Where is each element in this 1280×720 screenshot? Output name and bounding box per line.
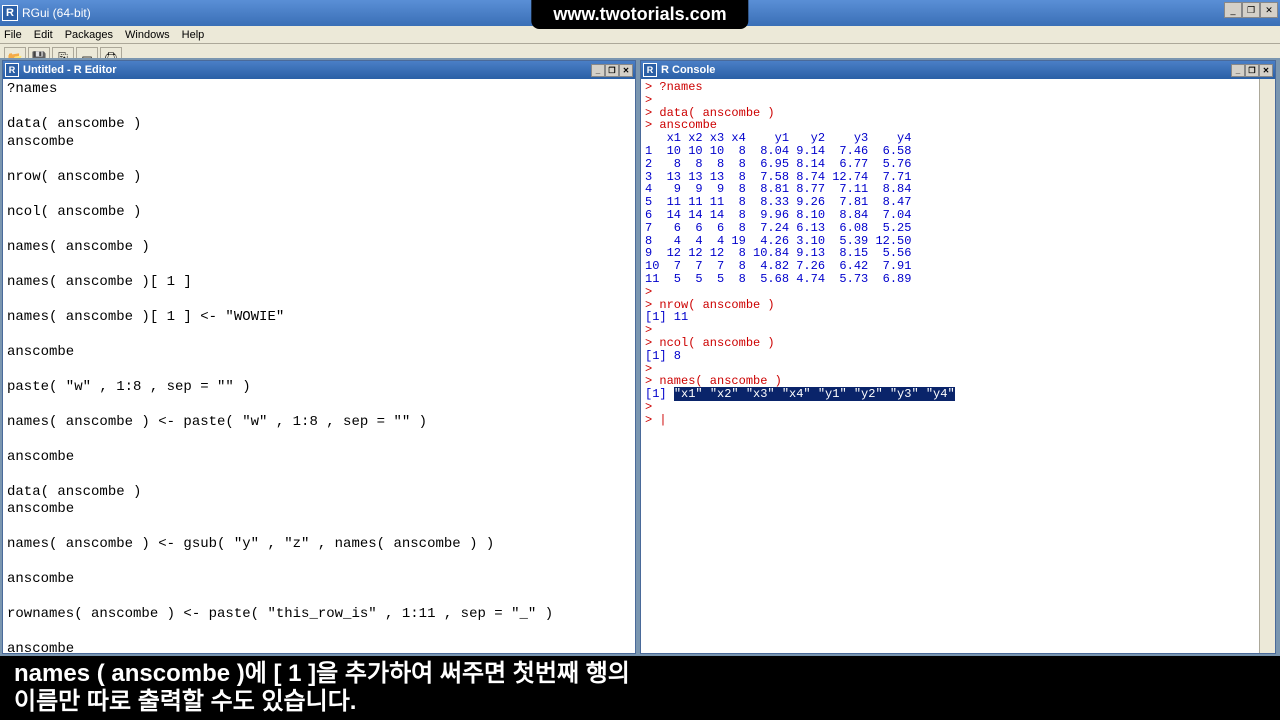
console-line: [1] 11	[645, 311, 1257, 324]
console-line: > ncol( anscombe )	[645, 337, 1257, 350]
console-line: 6 14 14 14 8 9.96 8.10 8.84 7.04	[645, 209, 1257, 222]
console-line: 1 10 10 10 8 8.04 9.14 7.46 6.58	[645, 145, 1257, 158]
console-window: R R Console _ ❐ ✕ > ?names> > data( ansc…	[640, 60, 1276, 654]
url-badge: www.twotorials.com	[531, 0, 748, 29]
editor-window: R Untitled - R Editor _ ❐ ✕ ?names data(…	[2, 60, 636, 654]
maximize-button[interactable]: ❐	[1242, 2, 1260, 18]
console-title: R Console	[661, 64, 715, 76]
menu-edit[interactable]: Edit	[34, 29, 53, 41]
editor-title: Untitled - R Editor	[23, 64, 117, 76]
menu-windows[interactable]: Windows	[125, 29, 170, 41]
subtitle-line-2: 이름만 따로 출력할 수도 있습니다.	[14, 688, 1266, 716]
subtitle-caption: names ( anscombe )에 [ 1 ]을 추가하여 써주면 첫번째 …	[0, 656, 1280, 720]
close-button[interactable]: ✕	[1260, 2, 1278, 18]
menu-file[interactable]: File	[4, 29, 22, 41]
console-line: 11 5 5 5 8 5.68 4.74 5.73 6.89	[645, 273, 1257, 286]
console-maximize-button[interactable]: ❐	[1245, 64, 1259, 77]
console-line: > data( anscombe )	[645, 107, 1257, 120]
mdi-workspace: R Untitled - R Editor _ ❐ ✕ ?names data(…	[0, 58, 1280, 656]
console-line: [1] "x1" "x2" "x3" "x4" "y1" "y2" "y3" "…	[645, 388, 1257, 401]
console-titlebar[interactable]: R R Console _ ❐ ✕	[641, 61, 1275, 79]
console-line: >	[645, 401, 1257, 414]
console-line: >	[645, 94, 1257, 107]
console-line: >	[645, 286, 1257, 299]
subtitle-line-1: names ( anscombe )에 [ 1 ]을 추가하여 써주면 첫번째 …	[14, 660, 1266, 688]
editor-maximize-button[interactable]: ❐	[605, 64, 619, 77]
console-line: > ?names	[645, 81, 1257, 94]
r-editor-icon: R	[5, 63, 19, 77]
console-scrollbar[interactable]	[1259, 79, 1275, 653]
console-line: > |	[645, 414, 1257, 427]
menu-packages[interactable]: Packages	[65, 29, 113, 41]
console-minimize-button[interactable]: _	[1231, 64, 1245, 77]
editor-close-button[interactable]: ✕	[619, 64, 633, 77]
r-app-icon: R	[2, 5, 18, 21]
minimize-button[interactable]: _	[1224, 2, 1242, 18]
console-body[interactable]: > ?names> > data( anscombe )> anscombe x…	[641, 79, 1275, 653]
console-line: 2 8 8 8 8 6.95 8.14 6.77 5.76	[645, 158, 1257, 171]
app-title: RGui (64-bit)	[22, 6, 91, 20]
console-close-button[interactable]: ✕	[1259, 64, 1273, 77]
r-console-icon: R	[643, 63, 657, 77]
console-line: [1] 8	[645, 350, 1257, 363]
editor-titlebar[interactable]: R Untitled - R Editor _ ❐ ✕	[3, 61, 635, 79]
menu-help[interactable]: Help	[182, 29, 205, 41]
editor-body[interactable]: ?names data( anscombe ) anscombe nrow( a…	[3, 79, 635, 653]
editor-minimize-button[interactable]: _	[591, 64, 605, 77]
console-line: > nrow( anscombe )	[645, 299, 1257, 312]
console-line: 7 6 6 6 8 7.24 6.13 6.08 5.25	[645, 222, 1257, 235]
